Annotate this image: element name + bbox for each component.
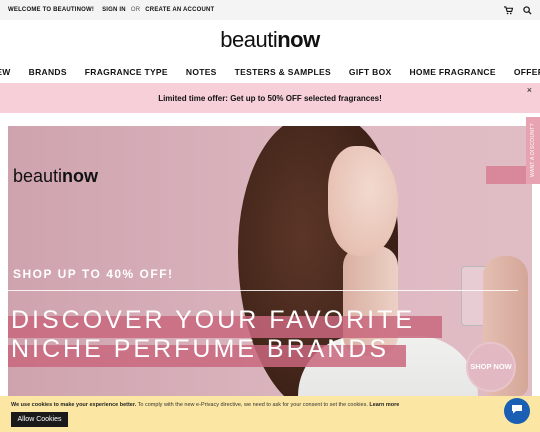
hero-banner[interactable]: beautinow SHOP UP TO 40% OFF! DISCOVER Y… — [8, 126, 532, 408]
nav-item-home-fragrance[interactable]: HOME FRAGRANCE — [400, 63, 504, 81]
hero-logo: beautinow — [13, 166, 98, 187]
nav-item-brands[interactable]: BRANDS — [20, 63, 76, 81]
close-icon[interactable]: × — [527, 85, 532, 95]
welcome-text: WELCOME TO BEAUTINOW! — [8, 7, 95, 13]
allow-cookies-button[interactable]: Allow Cookies — [11, 412, 68, 427]
nav-item-offers[interactable]: OFFERS — [505, 63, 540, 81]
hero-logo-beauti: beauti — [13, 166, 63, 186]
cookie-notice: We use cookies to make your experience b… — [0, 396, 540, 432]
cookie-message-body: To comply with the new e-Privacy directi… — [136, 402, 370, 408]
hero-accent-tab — [486, 166, 526, 184]
discount-side-tab[interactable]: WANT A DISCOUNT? — [526, 117, 540, 184]
sign-in-link[interactable]: SIGN IN — [102, 7, 126, 13]
cart-icon[interactable] — [504, 5, 513, 15]
nav-item-gift-box[interactable]: GIFT BOX — [340, 63, 401, 81]
top-bar: WELCOME TO BEAUTINOW! SIGN IN OR CREATE … — [0, 0, 540, 20]
hero-logo-now: now — [62, 166, 99, 186]
nav-item-notes[interactable]: NOTES — [177, 63, 226, 81]
logo-text-now: now — [277, 27, 320, 52]
chat-icon — [511, 402, 523, 420]
promo-text: Limited time offer: Get up to 50% OFF se… — [158, 93, 382, 103]
promo-banner[interactable]: Limited time offer: Get up to 50% OFF se… — [0, 83, 540, 113]
search-icon[interactable] — [523, 5, 532, 15]
learn-more-link[interactable]: Learn more — [369, 402, 399, 408]
or-text: OR — [130, 7, 141, 13]
hero-title-line-2: NICHE PERFUME BRANDS — [11, 335, 390, 363]
nav-item-testers-samples[interactable]: TESTERS & SAMPLES — [226, 63, 340, 81]
shop-now-button[interactable]: SHOP NOW — [466, 342, 516, 392]
hero-divider — [8, 290, 518, 291]
site-logo[interactable]: beautinow — [0, 25, 540, 55]
hero-title-line-1: DISCOVER YOUR FAVORITE — [11, 306, 416, 334]
chat-button[interactable] — [504, 398, 530, 424]
main-nav: NEW BRANDS FRAGRANCE TYPE NOTES TESTERS … — [0, 63, 540, 81]
nav-item-fragrance-type[interactable]: FRAGRANCE TYPE — [76, 63, 177, 81]
hero-discount-text: SHOP UP TO 40% OFF! — [13, 267, 174, 281]
nav-item-new[interactable]: NEW — [0, 63, 20, 81]
account-links: WELCOME TO BEAUTINOW! SIGN IN OR CREATE … — [8, 7, 214, 13]
create-account-link[interactable]: CREATE AN ACCOUNT — [145, 7, 214, 13]
hero-model-face — [328, 146, 398, 256]
logo-text-beauti: beauti — [220, 27, 278, 52]
cookie-message-bold: We use cookies to make your experience b… — [11, 402, 137, 408]
cookie-message: We use cookies to make your experience b… — [11, 402, 399, 408]
